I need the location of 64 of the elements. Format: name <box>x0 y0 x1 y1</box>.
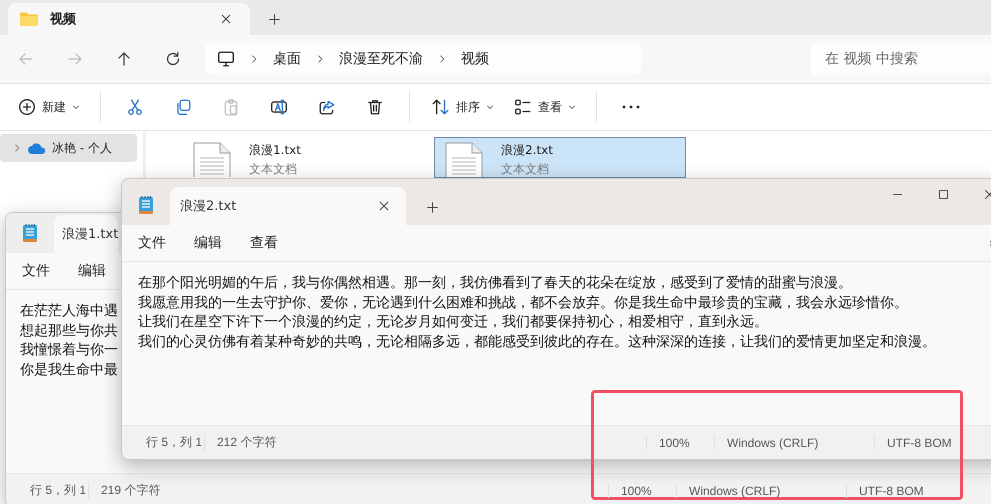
share-icon <box>318 98 336 116</box>
breadcrumb-link[interactable]: 桌面 <box>273 50 301 68</box>
plus-circle-icon <box>18 98 36 116</box>
zoom-level: 100% <box>608 484 676 498</box>
scissors-icon <box>126 98 144 116</box>
plus-icon <box>426 200 438 214</box>
sidebar-item[interactable]: 冰艳 - 个人 <box>0 134 137 162</box>
file-type: 文本文档 <box>249 161 298 177</box>
notepad-icon <box>138 195 154 215</box>
sort-icon <box>430 98 450 116</box>
folder-tab[interactable]: 视频 <box>8 3 250 35</box>
rename-icon <box>270 98 288 116</box>
monitor-icon <box>217 50 235 68</box>
text-line: 我们的心灵仿佛有着某种奇妙的共鸣，无论相隔多远，都能感受到彼此的存在。这种深深的连接，让我们的爱情更加坚定和浪漫。 <box>138 332 936 352</box>
document-tab[interactable]: 浪漫1.txt <box>54 215 118 253</box>
menu-item[interactable]: 文件 <box>12 258 60 284</box>
document-tab[interactable]: 浪漫2.txt <box>170 187 406 225</box>
character-count: 212 个字符 <box>204 434 646 451</box>
line-ending: Windows (CRLF) <box>676 484 846 498</box>
cloud-icon <box>28 142 46 154</box>
text-line: 在茫茫人海中遇 <box>20 302 118 321</box>
menu-item[interactable]: 编辑 <box>184 230 232 256</box>
trash-icon <box>366 98 384 116</box>
zoom-level: 100% <box>646 436 714 450</box>
chevron-down-icon <box>486 103 494 111</box>
text-line: 在那个阳光明媚的午后，我与你偶然相遇。那一刻，我仿佛看到了春天的花朵在绽放，感受到了爱情的甜蜜与浪漫。 <box>138 274 852 293</box>
chevron-down-icon <box>568 103 576 111</box>
sort-button[interactable]: 排序 <box>420 90 504 124</box>
cursor-position: 行 5，列 1 <box>145 434 204 451</box>
search-field[interactable]: 在 视频 中搜索 <box>811 43 991 75</box>
file-name: 浪漫2.txt <box>501 142 553 159</box>
line-ending: Windows (CRLF) <box>714 436 874 450</box>
encoding: UTF-8 BOM <box>874 436 991 450</box>
character-count: 219 个字符 <box>88 482 608 499</box>
menu-item[interactable]: 编辑 <box>68 258 116 284</box>
text-line: 我愿意用我的一生去守护你、爱你，无论遇到什么困难和挑战，都不会放弃。你是我生命中最珍贵的宝藏，我会永远珍惜你。 <box>138 294 908 312</box>
text-line: 让我们在星空下许下一个浪漫的约定，无论岁月如何变迁，我们都要保持初心，相爱相守，直到永远。 <box>138 313 768 332</box>
chevron-down-icon <box>72 103 80 111</box>
more-icon <box>621 103 641 111</box>
text-line: 你是我生命中最 <box>20 360 118 380</box>
menu-item[interactable]: 文件 <box>128 230 176 256</box>
folder-icon <box>20 12 38 26</box>
address-bar[interactable]: 桌面 浪漫至死不渝 视频 <box>205 43 641 75</box>
text-line: 我憧憬着与你一 <box>20 341 118 360</box>
breadcrumb-link[interactable]: 浪漫至死不渝 <box>339 50 423 68</box>
plus-icon <box>268 12 280 26</box>
cursor-position: 行 5，列 1 <box>29 482 88 499</box>
text-line: 想起那些与你共 <box>20 322 118 340</box>
breadcrumb-link[interactable]: 视频 <box>461 50 489 68</box>
sidebar-label: 冰艳 - 个人 <box>52 140 112 156</box>
notepad-icon <box>22 223 38 243</box>
view-button[interactable]: 查看 <box>504 90 586 124</box>
file-item[interactable]: 浪漫2.txt 文本文档 <box>434 137 686 178</box>
close-icon <box>378 200 390 212</box>
clipboard-icon <box>222 98 240 116</box>
view-layout-icon <box>514 98 532 116</box>
maximize-icon <box>938 188 948 200</box>
file-name: 浪漫1.txt <box>249 142 301 159</box>
file-type: 文本文档 <box>501 161 550 177</box>
encoding: UTF-8 BOM <box>846 484 991 498</box>
close-icon <box>220 13 232 25</box>
menu-item[interactable]: 查看 <box>240 230 288 256</box>
new-button[interactable]: 新建 <box>8 90 90 124</box>
text-editor[interactable]: 在茫茫人海中遇 想起那些与你共 我憧憬着与你一 你是我生命中最 <box>6 290 122 473</box>
